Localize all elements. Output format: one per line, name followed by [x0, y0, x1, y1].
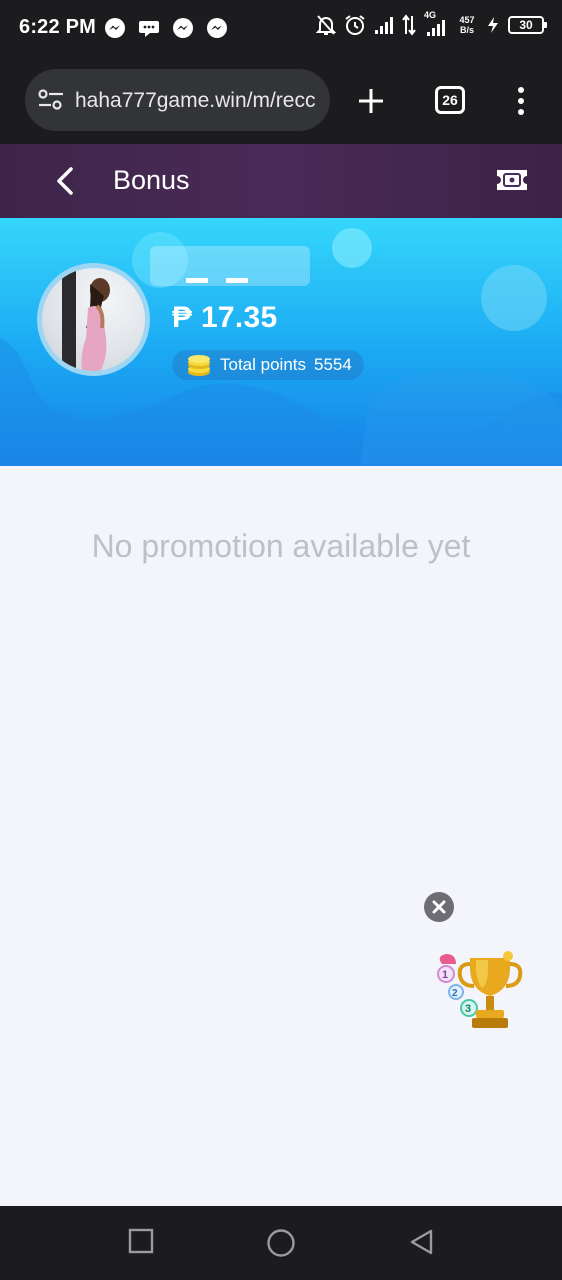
plus-icon[interactable] [356, 86, 386, 116]
ticket-icon[interactable] [495, 168, 529, 192]
balance-amount: ₱ 17.35 [172, 301, 278, 334]
back-triangle-icon[interactable] [408, 1228, 434, 1256]
avatar-photo [42, 268, 145, 371]
svg-text:3: 3 [465, 1003, 471, 1015]
signal-icon [375, 17, 393, 34]
total-points-badge[interactable]: Total points 5554 [172, 350, 364, 380]
battery-icon: 30 [508, 16, 547, 34]
status-time: 6:22 PM [19, 16, 96, 38]
svg-text:1: 1 [442, 969, 448, 981]
signal-4g-icon: 4G [424, 10, 448, 36]
messenger-icon [206, 17, 228, 39]
points-label: Total points [220, 355, 306, 374]
page-title: Bonus [113, 165, 190, 195]
app-header: Bonus [0, 144, 562, 218]
bell-off-icon [316, 15, 336, 35]
system-navigation-bar [0, 1206, 562, 1280]
avatar[interactable] [37, 263, 150, 376]
close-icon[interactable] [424, 892, 454, 922]
net-speed: 457 B/s [459, 15, 475, 35]
points-value: 5554 [314, 355, 352, 374]
site-settings-icon[interactable] [37, 88, 65, 112]
notification-icons [104, 17, 228, 39]
promotion-list: No promotion available yet [0, 466, 562, 1206]
profile-banner: ₱ 17.35 Total points 5554 [0, 218, 562, 466]
trophy-icon[interactable]: 1 2 3 [432, 944, 528, 1040]
messenger-icon [104, 17, 126, 39]
coin-stack-icon [188, 355, 210, 376]
empty-state-message: No promotion available yet [91, 528, 471, 564]
back-chevron-icon[interactable] [50, 164, 80, 198]
browser-toolbar: haha777game.win/m/recc 26 [0, 58, 562, 144]
charging-icon [488, 17, 498, 33]
svg-text:2: 2 [452, 988, 458, 999]
recents-square-icon[interactable] [128, 1228, 154, 1254]
messenger-icon [172, 17, 194, 39]
chat-bubble-icon [138, 17, 160, 39]
more-vert-icon[interactable] [516, 86, 526, 116]
system-icons: 4G 457 B/s 30 [316, 10, 547, 36]
username-redacted [150, 246, 310, 286]
tabs-icon[interactable]: 26 [435, 86, 465, 114]
address-bar[interactable]: haha777game.win/m/recc [25, 69, 330, 131]
data-arrows-icon [402, 14, 416, 36]
url-text[interactable]: haha777game.win/m/recc [75, 89, 321, 113]
alarm-icon [345, 15, 365, 35]
home-circle-icon[interactable] [266, 1228, 296, 1258]
network-type: 4G [424, 10, 437, 20]
status-bar: 6:22 PM 4G 457 B/s 30 [0, 0, 562, 58]
